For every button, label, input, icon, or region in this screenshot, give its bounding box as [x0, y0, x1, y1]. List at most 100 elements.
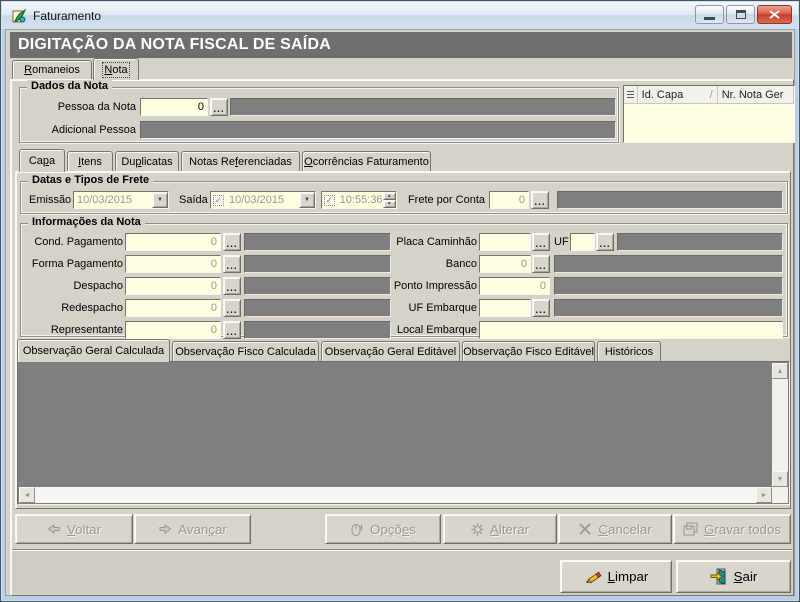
sort-ascending-icon: / — [710, 89, 713, 101]
representante-label: Representante — [25, 321, 123, 339]
redespacho-input[interactable] — [125, 299, 221, 317]
redespacho-browse-button[interactable]: ... — [223, 299, 241, 317]
saida-dropdown-icon[interactable]: ▼ — [299, 192, 315, 208]
uf-embarque-input[interactable] — [479, 299, 531, 317]
scroll-up-icon[interactable]: ▲ — [772, 363, 788, 379]
tab-obs-fisco-editavel-label: Observação Fisco Editável — [463, 346, 594, 358]
tab-obs-geral-calculada-label: Observação Geral Calculada — [23, 345, 164, 357]
tab-notas-referenciadas[interactable]: Notas Referenciadas — [181, 151, 300, 171]
emissao-date-combobox[interactable]: 10/03/2015 ▼ — [73, 191, 169, 209]
emissao-dropdown-icon[interactable]: ▼ — [152, 192, 168, 208]
banco-browse-button[interactable]: ... — [532, 255, 550, 273]
emissao-label: Emissão — [29, 191, 73, 209]
despacho-display — [244, 277, 391, 295]
minimize-button[interactable] — [695, 5, 724, 24]
tab-historicos-label: Históricos — [605, 346, 653, 358]
voltar-label: Voltar — [67, 522, 101, 537]
cond-pagamento-browse-button[interactable]: ... — [223, 233, 241, 251]
uf-input[interactable] — [570, 233, 595, 251]
hora-value: 10:55:36 — [337, 194, 383, 206]
frete-por-conta-browse-button[interactable]: ... — [531, 191, 549, 209]
uf-embarque-display — [554, 299, 783, 317]
tab-obs-geral-editavel-label: Observação Geral Editável — [325, 346, 456, 358]
saida-checkbox[interactable]: ✓ — [213, 195, 224, 206]
placa-caminhao-browse-button[interactable]: ... — [532, 233, 550, 251]
representante-input[interactable] — [125, 321, 221, 339]
tab-obs-fisco-calculada[interactable]: Observação Fisco Calculada — [172, 341, 319, 362]
hora-checkbox[interactable]: ✓ — [324, 195, 335, 206]
ponto-impressao-input[interactable] — [479, 277, 550, 295]
tab-duplicatas[interactable]: Duplicatas — [115, 151, 179, 171]
notas-geradas-grid[interactable]: Id. Capa / Nr. Nota Ger — [623, 85, 795, 143]
spin-down-icon[interactable]: ▼ — [383, 200, 397, 208]
tab-obs-geral-editavel[interactable]: Observação Geral Editável — [321, 341, 460, 362]
dados-da-nota-group: Dados da Nota Pessoa da Nota ... Adicion… — [19, 87, 619, 143]
avancar-button[interactable]: Avançar — [134, 514, 251, 544]
title-bar[interactable]: Faturamento — [2, 2, 798, 29]
sair-button[interactable]: Sair — [676, 560, 791, 593]
gravar-todos-button[interactable]: Gravar todos — [673, 514, 791, 544]
hora-saida-spinner[interactable]: ✓ 10:55:36 ▲ ▼ — [321, 191, 397, 209]
hora-spin-buttons[interactable]: ▲ ▼ — [383, 192, 397, 208]
tab-nota[interactable]: Nota — [93, 58, 139, 80]
scroll-down-icon[interactable]: ▼ — [772, 471, 788, 487]
pessoa-da-nota-input[interactable] — [140, 98, 208, 116]
opcoes-button[interactable]: Opções — [325, 514, 441, 544]
frete-por-conta-input[interactable] — [489, 191, 529, 209]
tab-itens[interactable]: Itens — [67, 151, 113, 171]
local-embarque-input[interactable] — [479, 321, 783, 339]
despacho-label: Despacho — [25, 277, 123, 295]
saida-date-combobox[interactable]: ✓ 10/03/2015 ▼ — [210, 191, 316, 209]
forma-pagamento-input[interactable] — [125, 255, 221, 273]
maximize-button[interactable] — [726, 5, 755, 24]
app-icon — [11, 8, 27, 24]
gravar-todos-label: Gravar todos — [704, 522, 781, 537]
grid-column-id-capa[interactable]: Id. Capa / — [638, 86, 718, 104]
tab-ocorrencias-faturamento[interactable]: Ocorrências Faturamento — [302, 151, 431, 171]
cancelar-button[interactable]: Cancelar — [558, 514, 672, 544]
cond-pagamento-input[interactable] — [125, 233, 221, 251]
alterar-button[interactable]: Alterar — [443, 514, 557, 544]
despacho-browse-button[interactable]: ... — [223, 277, 241, 295]
adicional-pessoa-label: Adicional Pessoa — [30, 121, 136, 139]
tab-historicos[interactable]: Históricos — [597, 341, 661, 362]
tab-romaneios[interactable]: Romaneios — [12, 60, 92, 79]
bottom-bar — [12, 549, 792, 594]
observacao-textarea[interactable]: ▲ ▼ ◄ ► — [17, 361, 790, 505]
grid-body[interactable] — [624, 104, 794, 142]
scroll-left-icon[interactable]: ◄ — [19, 487, 35, 503]
vertical-scrollbar[interactable]: ▲ ▼ — [772, 363, 788, 487]
pessoa-da-nota-browse-button[interactable]: ... — [210, 98, 228, 116]
voltar-button[interactable]: Voltar — [15, 514, 133, 544]
pencil-eraser-icon — [584, 569, 602, 585]
mouse-options-icon — [350, 522, 364, 536]
tab-obs-fisco-editavel[interactable]: Observação Fisco Editável — [462, 341, 595, 362]
opcoes-label: Opções — [370, 522, 416, 537]
grid-corner-cell[interactable] — [624, 86, 638, 104]
despacho-input[interactable] — [125, 277, 221, 295]
representante-display — [244, 321, 391, 339]
tab-notas-referenciadas-label: Notas Referenciadas — [189, 156, 292, 168]
placa-caminhao-input[interactable] — [479, 233, 531, 251]
uf-browse-button[interactable]: ... — [596, 233, 614, 251]
app-window: Faturamento DIGITAÇÃO DA NOTA FISCAL DE … — [0, 0, 800, 602]
avancar-label: Avançar — [178, 522, 227, 537]
grid-column-id-capa-label: Id. Capa — [642, 89, 684, 101]
limpar-button[interactable]: Limpar — [560, 560, 672, 593]
close-button[interactable] — [757, 5, 792, 24]
placa-caminhao-display — [617, 233, 783, 251]
spin-up-icon[interactable]: ▲ — [383, 192, 397, 200]
scroll-right-icon[interactable]: ► — [756, 487, 772, 503]
emissao-date-value: 10/03/2015 — [74, 194, 152, 206]
grid-column-nr-nota[interactable]: Nr. Nota Ger — [718, 86, 794, 104]
tab-capa[interactable]: Capa — [19, 149, 65, 172]
capa-tab-page: Datas e Tipos de Frete Emissão 10/03/201… — [15, 171, 791, 509]
banco-input[interactable] — [479, 255, 531, 273]
representante-browse-button[interactable]: ... — [223, 321, 241, 339]
horizontal-scrollbar[interactable]: ◄ ► — [19, 487, 772, 503]
forma-pagamento-browse-button[interactable]: ... — [223, 255, 241, 273]
tab-romaneios-label: Romaneios — [24, 64, 80, 76]
uf-embarque-browse-button[interactable]: ... — [532, 299, 550, 317]
arrow-right-icon — [158, 523, 172, 535]
tab-obs-geral-calculada[interactable]: Observação Geral Calculada — [17, 339, 170, 362]
